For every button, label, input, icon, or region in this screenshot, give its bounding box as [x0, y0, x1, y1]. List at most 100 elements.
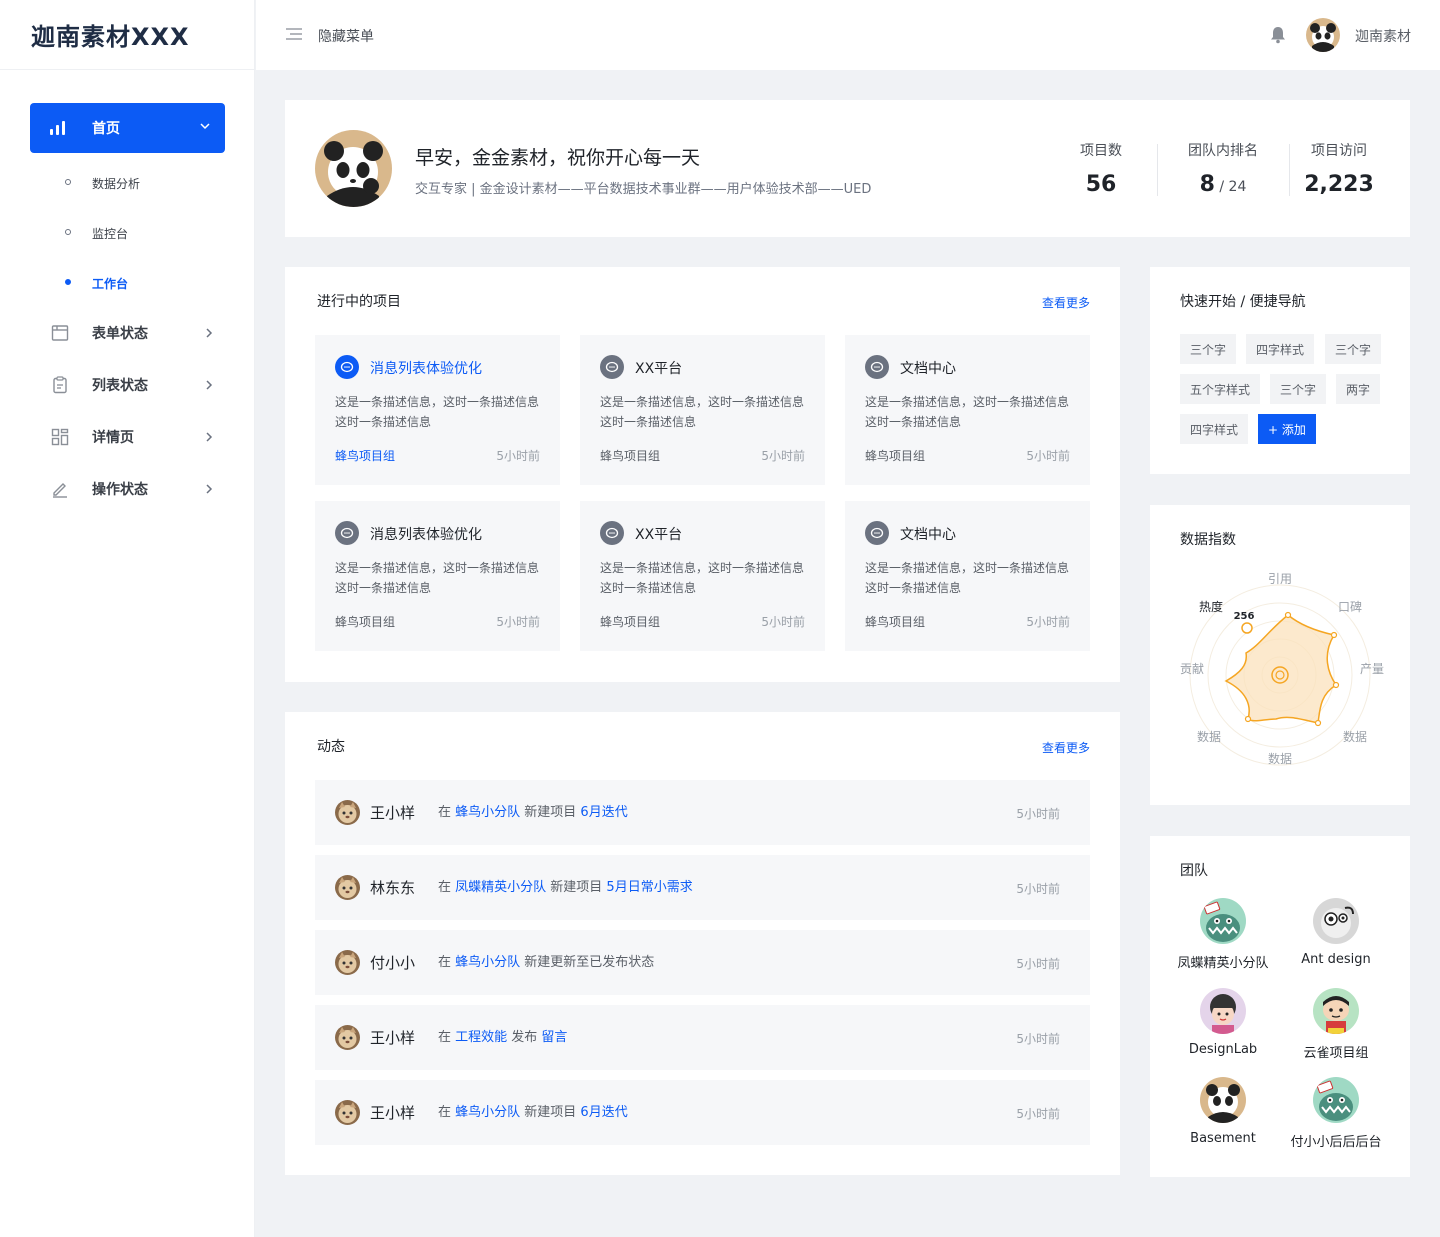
project-title: 文档中心 — [900, 361, 956, 377]
quick-tag[interactable]: 三个字 — [1180, 334, 1237, 364]
activity-description: 在 蜂鸟小分队 新建项目 6月迭代 — [438, 1101, 628, 1120]
project-card[interactable]: 消息列表体验优化 这是一条描述信息，这时一条描述信息这时一条描述信息 蜂鸟项目组 5小… — [315, 501, 560, 651]
hide-menu-button[interactable]: 隐藏菜单 — [286, 26, 374, 46]
project-group[interactable]: 蜂鸟项目组 — [335, 613, 395, 630]
team-member[interactable]: 凤蝶精英小分队 — [1168, 898, 1278, 971]
activity-user-name[interactable]: 林东东 — [370, 877, 415, 898]
quick-tag[interactable]: 两字 — [1336, 374, 1381, 404]
stat-divider — [1289, 144, 1290, 196]
activity-link[interactable]: 蜂鸟小分队 — [455, 1105, 520, 1120]
quick-tag[interactable]: 三个字 — [1325, 334, 1382, 364]
activity-user-name[interactable]: 王小样 — [370, 802, 415, 823]
activity-link[interactable]: 6月迭代 — [580, 1105, 627, 1120]
team-member[interactable]: 付小小后后后台 — [1281, 1077, 1391, 1150]
team-member-name: 付小小后后后台 — [1290, 1135, 1382, 1150]
message-icon — [335, 521, 359, 545]
card-title: 进行中的项目 — [317, 294, 401, 310]
project-description: 这是一条描述信息，这时一条描述信息这时一条描述信息 — [335, 395, 540, 429]
bar-chart-icon — [50, 120, 68, 136]
grid-icon — [50, 427, 70, 447]
quick-tag[interactable]: 四字样式 — [1180, 414, 1249, 444]
chevron-right-icon — [203, 431, 215, 443]
avatar — [1313, 988, 1359, 1034]
quick-tag[interactable]: 三个字 — [1270, 374, 1327, 404]
sidebar-item-detail-page[interactable]: 详情页 — [50, 425, 225, 449]
card-title: 团队 — [1180, 863, 1208, 879]
avatar[interactable] — [335, 1025, 360, 1050]
data-index-card: 数据指数 引用 口碑 产量 数据 数据 数据 贡献 热度 256 — [1150, 505, 1410, 805]
activity-link[interactable]: 5月日常小需求 — [606, 880, 692, 895]
add-tag-button[interactable]: + 添加 — [1258, 414, 1316, 444]
avatar — [1313, 1077, 1359, 1123]
see-more-link[interactable]: 查看更多 — [1042, 294, 1090, 311]
avatar[interactable] — [335, 800, 360, 825]
welcome-greeting: 早安，金金素材，祝你开心每一天 — [415, 147, 701, 169]
team-member-name: Ant design — [1301, 952, 1371, 967]
stat-divider — [1157, 144, 1158, 196]
project-title: 消息列表体验优化 — [370, 527, 482, 543]
activity-user-name[interactable]: 付小小 — [370, 952, 415, 973]
sidebar-sub-item-data-analysis[interactable]: 数据分析 — [65, 175, 140, 192]
activity-text: 发布 — [507, 1030, 542, 1045]
projects-card: 进行中的项目 查看更多 消息列表体验优化这是一条描述信息，这时一条描述信息这时一… — [285, 267, 1120, 682]
project-group[interactable]: 蜂鸟项目组 — [600, 447, 660, 464]
team-member[interactable]: Ant design — [1281, 898, 1391, 967]
sidebar-sub-item-workbench[interactable]: 工作台 — [65, 275, 128, 292]
sidebar-sub-item-monitor[interactable]: 监控台 — [65, 225, 128, 242]
activity-text: 新建项目 — [520, 805, 581, 820]
project-group[interactable]: 蜂鸟项目组 — [865, 447, 925, 464]
activity-user-name[interactable]: 王小样 — [370, 1102, 415, 1123]
project-group[interactable]: 蜂鸟项目组 — [865, 613, 925, 630]
activity-user-name[interactable]: 王小样 — [370, 1027, 415, 1048]
radar-point — [1330, 631, 1338, 639]
avatar[interactable] — [335, 875, 360, 900]
message-icon — [600, 355, 624, 379]
avatar[interactable] — [335, 950, 360, 975]
team-member[interactable]: DesignLab — [1168, 988, 1278, 1057]
team-member[interactable]: 云雀项目组 — [1281, 988, 1391, 1061]
avatar — [1200, 898, 1246, 944]
activity-link[interactable]: 工程效能 — [455, 1030, 507, 1045]
project-card[interactable]: 文档中心 这是一条描述信息，这时一条描述信息这时一条描述信息 蜂鸟项目组 5小时前 — [845, 501, 1090, 651]
bell-icon[interactable] — [1270, 26, 1286, 48]
avatar — [1200, 1077, 1246, 1123]
project-title: XX平台 — [635, 527, 683, 543]
project-card[interactable]: 文档中心 这是一条描述信息，这时一条描述信息这时一条描述信息 蜂鸟项目组 5小时前 — [845, 335, 1090, 485]
project-description: 这是一条描述信息，这时一条描述信息这时一条描述信息 — [600, 561, 805, 595]
clipboard-icon — [50, 375, 70, 395]
sidebar-item-home[interactable]: 首页 — [30, 103, 225, 153]
activity-time: 5小时前 — [1016, 807, 1060, 821]
quick-tag[interactable]: 四字样式 — [1246, 334, 1315, 364]
activity-text: 在 — [438, 805, 456, 820]
quick-tag[interactable]: 五个字样式 — [1180, 374, 1261, 404]
radar-point-highlight — [1241, 622, 1253, 634]
sidebar: 迦南素材XXX 首页 数据分析 监控台 工作台 表单状态 列表状态 详情页 操作… — [0, 0, 255, 1237]
activity-link[interactable]: 蜂鸟小分队 — [455, 955, 520, 970]
project-description: 这是一条描述信息，这时一条描述信息这时一条描述信息 — [335, 561, 540, 595]
pen-icon — [50, 479, 70, 499]
app-logo[interactable]: 迦南素材XXX — [0, 0, 254, 70]
sidebar-item-form-state[interactable]: 表单状态 — [50, 321, 225, 345]
avatar[interactable] — [335, 1100, 360, 1125]
team-member-name: 凤蝶精英小分队 — [1177, 956, 1269, 971]
see-more-link[interactable]: 查看更多 — [1042, 739, 1090, 756]
project-group[interactable]: 蜂鸟项目组 — [600, 613, 660, 630]
user-name[interactable]: 迦南素材 — [1355, 26, 1411, 46]
user-avatar[interactable] — [1306, 18, 1340, 52]
activity-link[interactable]: 留言 — [541, 1030, 567, 1045]
activity-link[interactable]: 凤蝶精英小分队 — [455, 880, 546, 895]
team-member[interactable]: Basement — [1168, 1077, 1278, 1146]
activity-description: 在 凤蝶精英小分队 新建项目 5月日常小需求 — [438, 876, 693, 895]
project-group[interactable]: 蜂鸟项目组 — [335, 447, 395, 464]
sidebar-item-list-state[interactable]: 列表状态 — [50, 373, 225, 397]
project-card[interactable]: XX平台 这是一条描述信息，这时一条描述信息这时一条描述信息 蜂鸟项目组 5小时前 — [580, 501, 825, 651]
activity-link[interactable]: 蜂鸟小分队 — [455, 805, 520, 820]
activity-link[interactable]: 6月迭代 — [580, 805, 627, 820]
team-member-name: 云雀项目组 — [1303, 1046, 1369, 1061]
project-card[interactable]: 消息列表体验优化 这是一条描述信息，这时一条描述信息这时一条描述信息 蜂鸟项目组 5小… — [315, 335, 560, 485]
sidebar-item-operation-state[interactable]: 操作状态 — [50, 477, 225, 501]
activity-item: 王小样 在 工程效能 发布 留言 5小时前 — [315, 1005, 1090, 1070]
project-card[interactable]: XX平台 这是一条描述信息，这时一条描述信息这时一条描述信息 蜂鸟项目组 5小时前 — [580, 335, 825, 485]
activity-item: 王小样 在 蜂鸟小分队 新建项目 6月迭代 5小时前 — [315, 1080, 1090, 1145]
stat-team-rank: 团队内排名 8 / 24 — [1181, 140, 1265, 197]
